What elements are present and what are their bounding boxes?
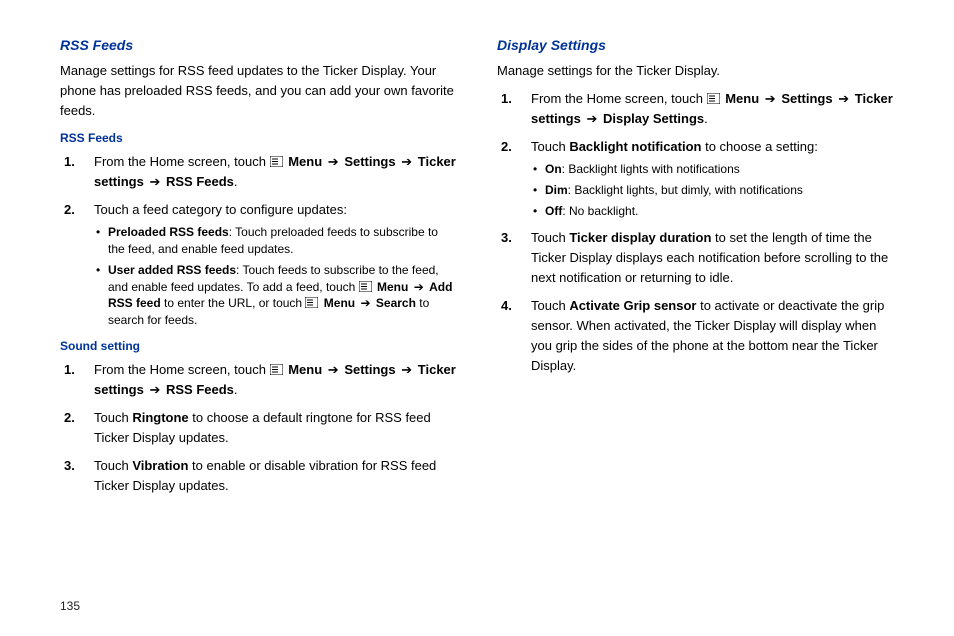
step-text: Touch <box>531 230 569 245</box>
page-columns: RSS Feeds Manage settings for RSS feed u… <box>0 0 954 524</box>
step-text: to choose a setting: <box>701 139 817 154</box>
subsection-title-rss-feeds: RSS Feeds <box>60 129 457 148</box>
subsection-title-sound-setting: Sound setting <box>60 337 457 356</box>
bullet-item: Dim: Backlight lights, but dimly, with n… <box>545 182 894 199</box>
path-seg: Settings <box>781 91 832 106</box>
step-text: From the Home screen, touch <box>531 91 707 106</box>
bullet-bold: Off <box>545 204 562 218</box>
inline-bold: Vibration <box>132 458 188 473</box>
bullet-text: : No backlight. <box>562 204 638 218</box>
bullet-item: User added RSS feeds: Touch feeds to sub… <box>108 262 457 329</box>
path-seg: Menu <box>725 91 759 106</box>
menu-icon <box>305 297 318 308</box>
section-title-rss-feeds: RSS Feeds <box>60 35 457 57</box>
step-number: 3. <box>64 456 75 476</box>
list-item: 1. From the Home screen, touch Menu ➔ Se… <box>88 360 457 400</box>
step-number: 1. <box>501 89 512 109</box>
inline-bold: Ringtone <box>132 410 188 425</box>
step-text: Touch <box>94 458 132 473</box>
path-seg: Settings <box>344 362 395 377</box>
arrow-icon: ➔ <box>836 91 851 106</box>
sound-setting-steps: 1. From the Home screen, touch Menu ➔ Se… <box>60 360 457 497</box>
intro-text: Manage settings for the Ticker Display. <box>497 61 894 81</box>
step-number: 2. <box>64 408 75 428</box>
list-item: 1. From the Home screen, touch Menu ➔ Se… <box>88 152 457 192</box>
arrow-icon: ➔ <box>358 296 372 310</box>
sub-bullets: Preloaded RSS feeds: Touch preloaded fee… <box>94 224 457 329</box>
step-number: 3. <box>501 228 512 248</box>
bullet-bold: On <box>545 162 562 176</box>
step-text: From the Home screen, touch <box>94 154 270 169</box>
path-seg: RSS Feeds <box>166 382 234 397</box>
right-column: Display Settings Manage settings for the… <box>497 35 894 504</box>
arrow-icon: ➔ <box>326 154 341 169</box>
list-item: 4. Touch Activate Grip sensor to activat… <box>525 296 894 377</box>
bullet-text: : Backlight lights with notifications <box>562 162 740 176</box>
step-number: 1. <box>64 360 75 380</box>
path-seg: Menu <box>288 154 322 169</box>
list-item: 3. Touch Ticker display duration to set … <box>525 228 894 288</box>
step-number: 1. <box>64 152 75 172</box>
bullet-item: Off: No backlight. <box>545 203 894 220</box>
arrow-icon: ➔ <box>326 362 341 377</box>
bullet-bold: Preloaded RSS feeds <box>108 225 229 239</box>
arrow-icon: ➔ <box>584 111 599 126</box>
step-number: 4. <box>501 296 512 316</box>
path-seg: Menu <box>324 296 355 310</box>
path-seg: Search <box>376 296 416 310</box>
arrow-icon: ➔ <box>147 382 162 397</box>
dot: . <box>234 382 238 397</box>
arrow-icon: ➔ <box>763 91 778 106</box>
list-item: 2. Touch Ringtone to choose a default ri… <box>88 408 457 448</box>
menu-icon <box>270 156 283 167</box>
intro-text: Manage settings for RSS feed updates to … <box>60 61 457 121</box>
step-number: 2. <box>501 137 512 157</box>
left-column: RSS Feeds Manage settings for RSS feed u… <box>60 35 457 504</box>
menu-icon <box>359 281 372 292</box>
dot: . <box>234 174 238 189</box>
bullet-bold: Dim <box>545 183 568 197</box>
arrow-icon: ➔ <box>399 154 414 169</box>
bullet-bold: User added RSS feeds <box>108 263 236 277</box>
sub-bullets: On: Backlight lights with notifications … <box>531 161 894 219</box>
step-text: Touch a feed category to configure updat… <box>94 202 347 217</box>
bullet-item: On: Backlight lights with notifications <box>545 161 894 178</box>
bullet-text: to enter the URL, or touch <box>164 296 305 310</box>
list-item: 3. Touch Vibration to enable or disable … <box>88 456 457 496</box>
bullet-text: : Backlight lights, but dimly, with noti… <box>568 183 803 197</box>
list-item: 2. Touch a feed category to configure up… <box>88 200 457 329</box>
inline-bold: Activate Grip sensor <box>569 298 696 313</box>
rss-feeds-steps: 1. From the Home screen, touch Menu ➔ Se… <box>60 152 457 329</box>
path-seg: Settings <box>344 154 395 169</box>
page-number: 135 <box>60 597 80 616</box>
path-seg: Display Settings <box>603 111 704 126</box>
menu-icon <box>270 364 283 375</box>
menu-icon <box>707 93 720 104</box>
arrow-icon: ➔ <box>412 280 426 294</box>
path-seg: RSS Feeds <box>166 174 234 189</box>
inline-bold: Backlight notification <box>569 139 701 154</box>
step-text: Touch <box>94 410 132 425</box>
list-item: 1. From the Home screen, touch Menu ➔ Se… <box>525 89 894 129</box>
bullet-item: Preloaded RSS feeds: Touch preloaded fee… <box>108 224 457 258</box>
list-item: 2. Touch Backlight notification to choos… <box>525 137 894 220</box>
step-text: Touch <box>531 139 569 154</box>
path-seg: Menu <box>288 362 322 377</box>
inline-bold: Ticker display duration <box>569 230 711 245</box>
arrow-icon: ➔ <box>147 174 162 189</box>
display-settings-steps: 1. From the Home screen, touch Menu ➔ Se… <box>497 89 894 377</box>
section-title-display-settings: Display Settings <box>497 35 894 57</box>
step-text: Touch <box>531 298 569 313</box>
step-text: From the Home screen, touch <box>94 362 270 377</box>
arrow-icon: ➔ <box>399 362 414 377</box>
dot: . <box>704 111 708 126</box>
step-number: 2. <box>64 200 75 220</box>
path-seg: Menu <box>377 280 408 294</box>
